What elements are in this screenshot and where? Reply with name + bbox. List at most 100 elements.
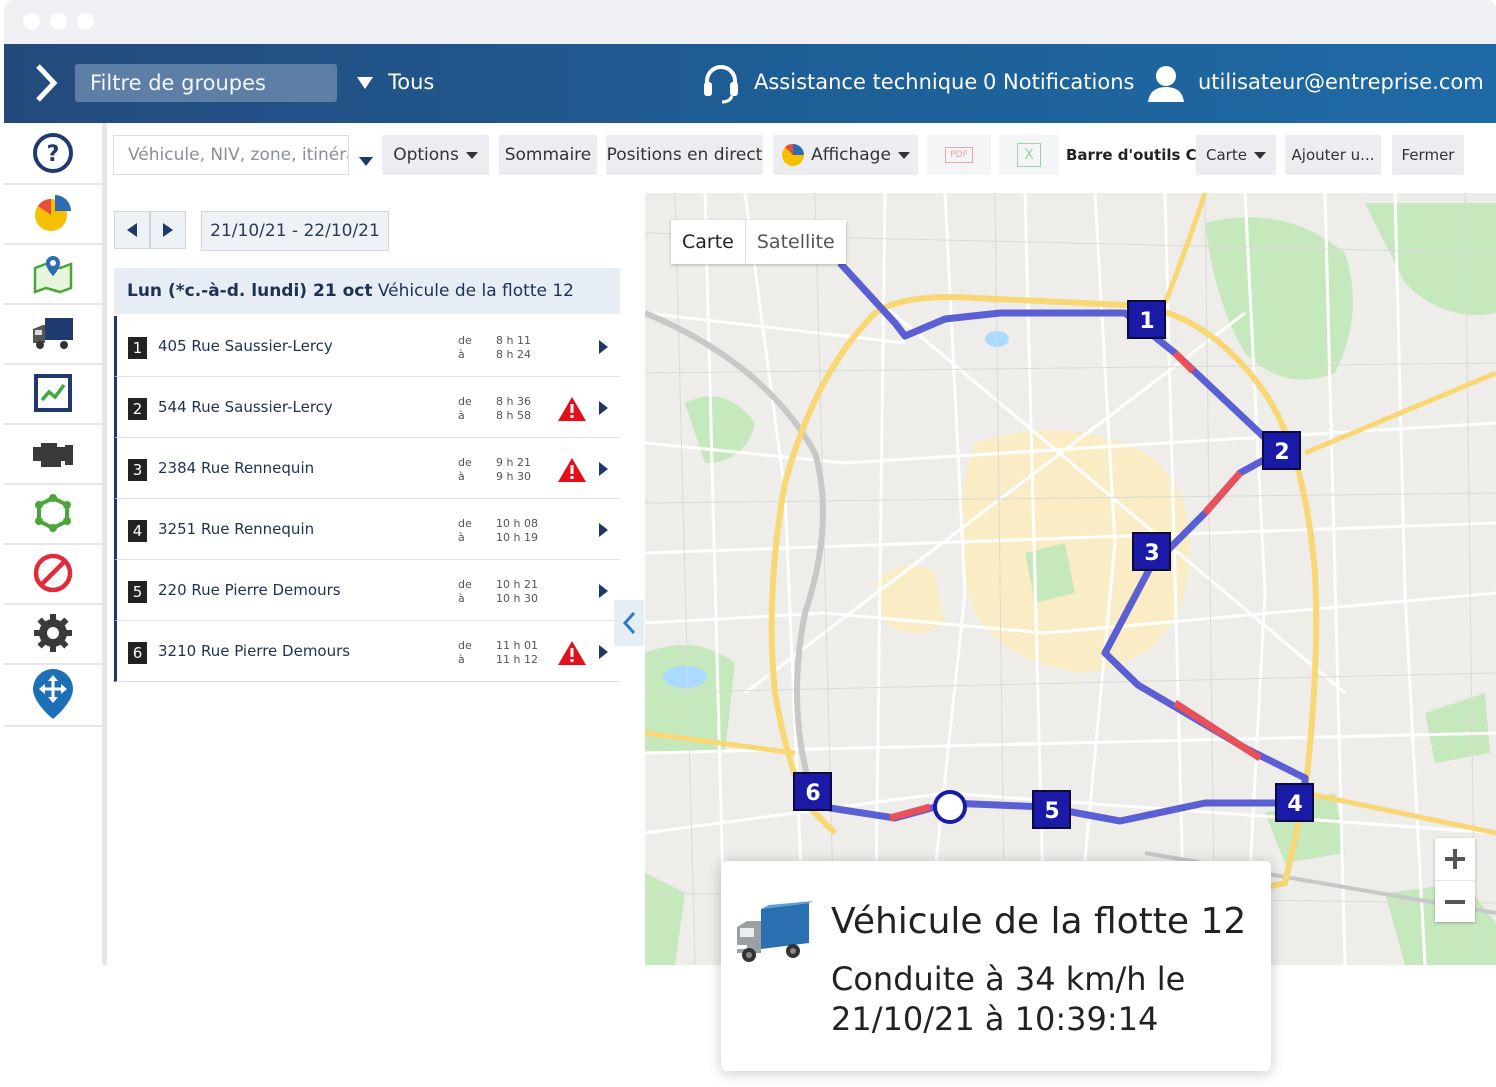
popup-vehicle-name: Véhicule de la flotte 12 — [831, 901, 1247, 942]
stop-time-labels: de à — [458, 334, 472, 361]
stop-number: 6 — [128, 642, 147, 664]
speeding-segment — [1173, 700, 1262, 761]
expand-arrow-icon[interactable] — [599, 645, 608, 659]
close-label: Fermer — [1401, 146, 1455, 164]
stop-time-labels: de à — [458, 639, 472, 666]
vehicle-search-input[interactable]: Véhicule, NIV, zone, itinéra... — [113, 135, 349, 175]
sidebar-item-map[interactable] — [4, 243, 102, 305]
stop-row[interactable]: 1 405 Rue Saussier-Lercy de à 8 h 11 8 h 2… — [114, 316, 620, 377]
chevron-right-icon — [163, 223, 173, 237]
support-link[interactable]: Assistance technique — [702, 62, 977, 106]
zoom-controls — [1435, 838, 1475, 922]
route-marker: 4 — [1275, 783, 1314, 822]
stop-row[interactable]: 6 3210 Rue Pierre Demours de à 11 h 01 11 … — [114, 621, 620, 682]
map-select-button[interactable]: Carte — [1196, 135, 1276, 175]
stop-number: 2 — [128, 398, 147, 420]
summary-label: Sommaire — [504, 145, 592, 165]
options-button[interactable]: Options — [382, 135, 489, 175]
stop-time-labels: de à — [458, 517, 472, 544]
stop-row[interactable]: 2 544 Rue Saussier-Lercy de à 8 h 36 8 h 5… — [114, 377, 620, 438]
sidebar-item-vehicles[interactable] — [4, 303, 102, 365]
map-mode-button[interactable]: Carte — [671, 220, 745, 264]
svg-text:6: 6 — [805, 781, 820, 806]
top-bar: Filtre de groupes Tous Assistance techni… — [4, 44, 1496, 123]
expand-arrow-icon[interactable] — [599, 340, 608, 354]
toolbar: Véhicule, NIV, zone, itinéra... Options … — [107, 123, 1496, 193]
sidebar-item-help[interactable]: ? — [4, 123, 102, 185]
window-titlebar — [4, 0, 1496, 44]
add-label: Ajouter u... — [1291, 146, 1375, 164]
window-dot[interactable] — [50, 13, 67, 30]
stop-address: 3251 Rue Rennequin — [158, 520, 315, 538]
toolbar-title: Barre d'outils C... — [1066, 146, 1214, 164]
stop-row[interactable]: 4 3251 Rue Rennequin de à 10 h 08 10 h 19 — [114, 499, 620, 560]
sidebar-item-exceptions[interactable] — [4, 543, 102, 605]
zoom-out-button[interactable] — [1435, 881, 1475, 923]
sidebar-item-settings[interactable] — [4, 603, 102, 665]
group-dropdown[interactable]: Tous — [357, 64, 467, 104]
prohibited-icon — [33, 553, 73, 593]
window-dot[interactable] — [23, 13, 40, 30]
date-range-selector[interactable]: 21/10/21 - 22/10/21 — [201, 211, 389, 251]
expand-arrow-icon[interactable] — [599, 462, 608, 476]
expand-menu-icon[interactable] — [30, 62, 60, 104]
svg-text:4: 4 — [1287, 792, 1302, 817]
route-marker: 3 — [1132, 532, 1171, 571]
stop-time-labels: de à — [458, 395, 472, 422]
display-button[interactable]: Affichage — [773, 135, 918, 175]
export-excel-button[interactable]: X — [999, 135, 1059, 175]
next-date-button[interactable] — [150, 211, 186, 249]
collapse-panel-button[interactable] — [614, 600, 644, 646]
day-header: Lun (*c.-à-d. lundi) 21 oct Véhicule de … — [114, 268, 620, 314]
vehicle-info-popup: Véhicule de la flotte 12 Conduite à 34 k… — [721, 861, 1271, 1071]
svg-text:5: 5 — [1044, 799, 1059, 824]
date-range-label: 21/10/21 - 22/10/21 — [210, 221, 380, 241]
options-label: Options — [393, 145, 459, 165]
content-area: Véhicule, NIV, zone, itinéra... Options … — [107, 123, 1496, 965]
help-icon: ? — [33, 133, 73, 173]
expand-arrow-icon[interactable] — [599, 584, 608, 598]
caret-down-icon — [1253, 151, 1266, 159]
previous-date-button[interactable] — [114, 211, 150, 249]
sidebar: ? — [4, 123, 107, 965]
close-button[interactable]: Fermer — [1392, 135, 1464, 175]
zoom-in-button[interactable] — [1435, 838, 1475, 881]
export-pdf-button[interactable]: PDF — [927, 135, 991, 175]
minus-icon — [1445, 900, 1465, 904]
live-positions-button[interactable]: Positions en direct — [606, 135, 763, 175]
stop-number: 4 — [128, 520, 147, 542]
user-menu[interactable]: utilisateur@entreprise.com — [1146, 62, 1486, 106]
route-marker: 5 — [1032, 790, 1071, 829]
trend-chart-icon — [34, 374, 72, 412]
group-value: Tous — [388, 70, 435, 94]
sidebar-item-navigation[interactable] — [4, 663, 102, 727]
sidebar-item-reports[interactable] — [4, 183, 102, 245]
stop-times: 8 h 36 8 h 58 — [496, 395, 531, 422]
route-map[interactable]: 1 2 3 4 5 6 Carte Satellite — [645, 193, 1496, 965]
stop-row[interactable]: 3 2384 Rue Rennequin de à 9 h 21 9 h 30 — [114, 438, 620, 499]
caret-down-icon — [897, 151, 910, 159]
stop-row[interactable]: 5 220 Rue Pierre Demours de à 10 h 21 10 h… — [114, 560, 620, 621]
expand-arrow-icon[interactable] — [599, 523, 608, 537]
add-button[interactable]: Ajouter u... — [1285, 135, 1381, 175]
support-label: Assistance technique — [754, 70, 978, 94]
window-dot[interactable] — [77, 13, 94, 30]
sidebar-item-engine[interactable] — [4, 423, 102, 485]
chevron-down-icon — [357, 77, 373, 89]
group-filter-input[interactable]: Filtre de groupes — [75, 64, 337, 102]
satellite-mode-button[interactable]: Satellite — [744, 220, 846, 264]
search-dropdown-button[interactable] — [359, 151, 373, 170]
caret-down-icon — [465, 151, 478, 159]
chevron-left-icon — [127, 223, 137, 237]
notifications-link[interactable]: 0 Notifications — [983, 70, 1134, 94]
navigation-pin-icon — [33, 669, 73, 719]
app-window: Filtre de groupes Tous Assistance techni… — [4, 0, 1496, 965]
stop-times: 10 h 08 10 h 19 — [496, 517, 538, 544]
sidebar-item-analytics[interactable] — [4, 363, 102, 425]
trip-panel: 21/10/21 - 22/10/21 Lun (*c.-à-d. lundi)… — [107, 193, 645, 965]
summary-button[interactable]: Sommaire — [499, 135, 597, 175]
sidebar-item-zones[interactable] — [4, 483, 102, 545]
stop-address: 544 Rue Saussier-Lercy — [158, 398, 333, 416]
pie-chart-icon — [782, 143, 805, 166]
expand-arrow-icon[interactable] — [599, 401, 608, 415]
